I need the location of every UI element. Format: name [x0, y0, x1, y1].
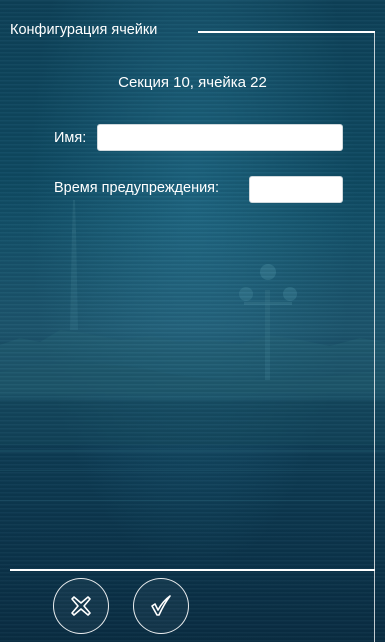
cancel-button[interactable]: [53, 578, 109, 634]
checkmark-icon: [151, 595, 171, 616]
window-title: Конфигурация ячейки: [10, 22, 158, 38]
header-divider: [198, 31, 375, 33]
frame-right-edge: [374, 31, 375, 642]
name-label: Имя:: [54, 130, 87, 146]
warning-time-label: Время предупреждения:: [54, 180, 220, 196]
section-cell-label: Секция 10, ячейка 22: [118, 74, 267, 91]
confirm-button[interactable]: [133, 578, 189, 634]
warning-time-input[interactable]: [249, 176, 343, 203]
footer-divider: [10, 569, 375, 571]
name-input[interactable]: [97, 124, 343, 151]
cell-config-screen: Конфигурация ячейки Секция 10, ячейка 22…: [0, 0, 385, 642]
city-background-image: [0, 180, 385, 501]
cancel-x-icon: [71, 596, 91, 616]
